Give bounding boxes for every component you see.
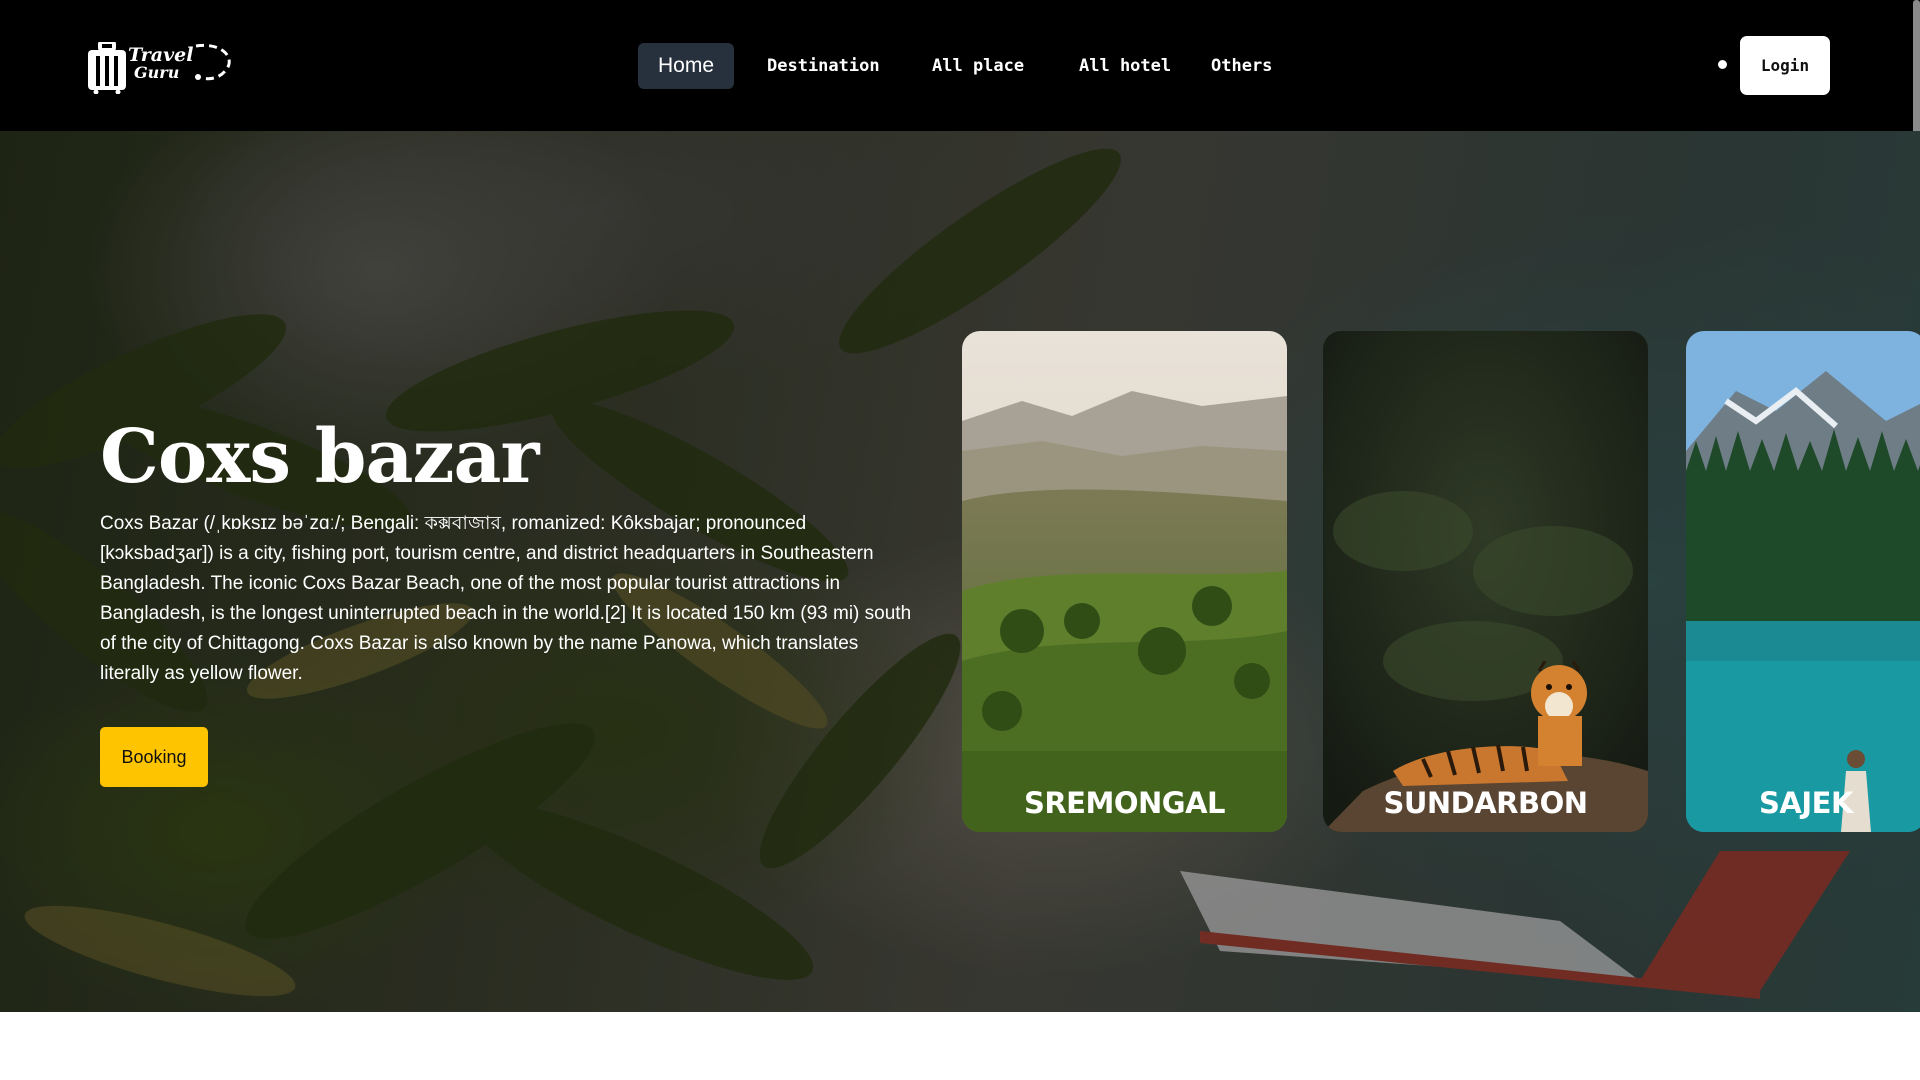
nav-all-place[interactable]: All place bbox=[932, 43, 1024, 89]
page-content-below-hero bbox=[0, 1012, 1920, 1080]
hero-description: Coxs Bazar (/ˌkɒksɪz bəˈzɑː/; Bengali: ক… bbox=[100, 513, 912, 684]
card-label-sundarbon: SUNDARBON bbox=[1383, 786, 1588, 820]
nav-others[interactable]: Others bbox=[1211, 43, 1272, 89]
nav-dot-indicator bbox=[1718, 60, 1727, 69]
nav-home[interactable]: Home bbox=[638, 43, 735, 89]
nav-all-hotel[interactable]: All hotel bbox=[1079, 43, 1171, 89]
card-label-sremongal: SREMONGAL bbox=[1023, 786, 1226, 820]
hero-title: Coxs bazar bbox=[100, 414, 539, 500]
destination-card-sremongal[interactable]: SREMONGAL bbox=[962, 331, 1287, 832]
card-label-sajek: SAJEK bbox=[1759, 786, 1853, 820]
travel-guru-logo[interactable]: Travel Guru bbox=[88, 38, 233, 96]
destination-card-sundarbon[interactable]: SUNDARBON bbox=[1323, 331, 1648, 832]
logo-line2: Guru bbox=[134, 63, 180, 82]
logo-line1: Travel bbox=[128, 44, 194, 66]
navbar: Travel Guru Home Destination All place A… bbox=[0, 0, 1920, 131]
hero-section: Coxs bazar Coxs Bazar (/ˌkɒksɪz bəˈzɑː/;… bbox=[0, 131, 1920, 1012]
sajek-image bbox=[1686, 331, 1920, 832]
nav-destination[interactable]: Destination bbox=[767, 43, 880, 89]
suitcase-icon bbox=[88, 42, 126, 94]
plane-path-icon bbox=[195, 43, 231, 81]
sremongal-image bbox=[962, 331, 1287, 832]
destination-card-sajek[interactable]: SAJEK bbox=[1686, 331, 1920, 832]
booking-button[interactable]: Booking bbox=[100, 727, 208, 787]
sundarbon-image bbox=[1323, 331, 1648, 832]
login-button[interactable]: Login bbox=[1740, 36, 1830, 95]
logo-text: Travel Guru bbox=[128, 46, 193, 82]
